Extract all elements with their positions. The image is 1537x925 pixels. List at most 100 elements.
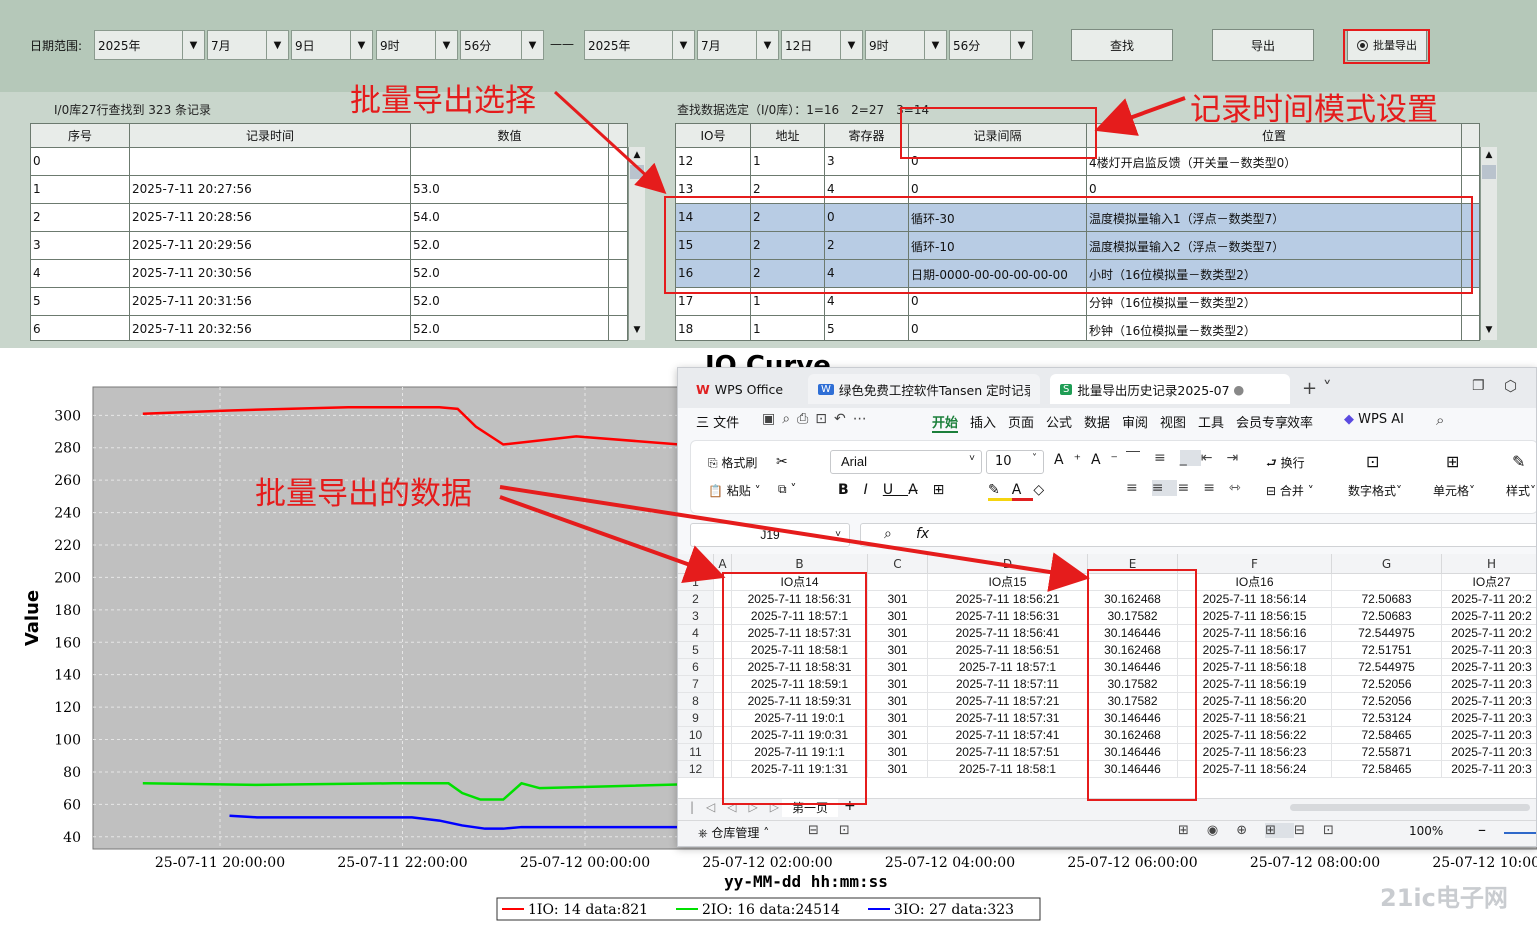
to-month-select[interactable]: 7月 ▼ <box>697 30 779 60</box>
font-grow-shrink-icons[interactable]: A⁺A⁻ <box>1054 452 1128 468</box>
format-painter-button[interactable]: ⎘ 格式刷 <box>708 454 757 471</box>
from-year-select[interactable]: 2025年 ▼ <box>94 30 205 60</box>
zoom-formula-icon[interactable]: ⌕ <box>884 526 892 542</box>
chevron-down-icon[interactable]: ˅ <box>969 453 975 464</box>
view-mode-icons[interactable]: ⊞◉⊕⊞⊟⊡ <box>1178 823 1352 838</box>
row-number[interactable]: 3 <box>678 608 714 625</box>
sheet-cell[interactable]: 2025-7-11 18:56:15 <box>1178 608 1332 625</box>
sheet-cell[interactable]: 301 <box>868 642 928 659</box>
sheet-cell[interactable]: 2025-7-11 18:57:1 <box>928 659 1088 676</box>
column-header-G[interactable]: G <box>1332 554 1442 574</box>
sheet-cell[interactable] <box>868 574 928 591</box>
zoom-level[interactable]: 100% <box>1409 824 1443 838</box>
chevron-down-icon[interactable]: ˅ <box>835 524 841 546</box>
horizontal-scrollbar[interactable] <box>1290 804 1530 811</box>
font-family-select[interactable]: Arial ˅ <box>830 450 982 474</box>
table-row[interactable]: 2 2025-7-11 20:28:56 54.0 <box>31 204 627 232</box>
column-header[interactable]: IO号 <box>676 124 751 147</box>
color-icons[interactable]: ✎A◇ <box>988 482 1056 501</box>
sheet-cell[interactable]: IO点15 <box>928 574 1088 591</box>
scroll-down-icon[interactable]: ▼ <box>1481 322 1497 338</box>
table-row[interactable]: 6 2025-7-11 20:32:56 52.0 <box>31 316 627 340</box>
sheet-cell[interactable]: 2025-7-11 18:56:51 <box>928 642 1088 659</box>
row-number[interactable]: 9 <box>678 710 714 727</box>
quick-access-icons[interactable]: ▣⌕⎙⊡↶⋯ <box>762 411 874 427</box>
name-box[interactable]: J19 ˅ <box>690 523 850 547</box>
row-number[interactable]: 1 <box>678 574 714 591</box>
text-style-icons[interactable]: BIUA̶⊞ <box>838 482 959 498</box>
sheet-cell[interactable]: IO点27 <box>1442 574 1536 591</box>
chevron-down-icon[interactable]: ▼ <box>350 31 372 59</box>
column-header[interactable]: 数值 <box>411 124 609 147</box>
sheet-cell[interactable]: 2025-7-11 20:3 <box>1442 693 1536 710</box>
search-button[interactable]: 查找 <box>1071 29 1173 61</box>
column-header[interactable]: 地址 <box>751 124 825 147</box>
style-icon[interactable]: ✎ <box>1512 452 1525 471</box>
chevron-down-icon[interactable]: ▼ <box>672 31 694 59</box>
sheet-cell[interactable]: 72.53124 <box>1332 710 1442 727</box>
cell-icon[interactable]: ⊞ <box>1446 452 1459 471</box>
sheet-cell[interactable]: IO点16 <box>1178 574 1332 591</box>
sheet-cell[interactable]: 2025-7-11 18:57:21 <box>928 693 1088 710</box>
sheet-cell[interactable]: 2025-7-11 18:57:11 <box>928 676 1088 693</box>
tab-tansen-doc[interactable]: W 绿色免费工控软件Tansen 定时记录 <box>808 374 1040 404</box>
column-header-F[interactable]: F <box>1178 554 1332 574</box>
sheet-cell[interactable]: 2025-7-11 20:3 <box>1442 727 1536 744</box>
sheet-cell[interactable]: 301 <box>868 761 928 778</box>
merge-button[interactable]: ⊟ 合并 ˅ <box>1266 482 1314 499</box>
menu-data[interactable]: 数据 <box>1084 412 1110 431</box>
scroll-thumb[interactable] <box>630 165 644 179</box>
column-header-D[interactable]: D <box>928 554 1088 574</box>
window-restore-icon[interactable]: ❐ <box>1472 378 1485 394</box>
chevron-down-icon[interactable]: ▼ <box>266 31 288 59</box>
sheet-cell[interactable]: 2025-7-11 18:56:18 <box>1178 659 1332 676</box>
sheet-cell[interactable]: 2025-7-11 18:56:17 <box>1178 642 1332 659</box>
row-number[interactable]: 10 <box>678 727 714 744</box>
chevron-down-icon[interactable]: ▼ <box>435 31 457 59</box>
sheet-cell[interactable]: 2025-7-11 20:3 <box>1442 710 1536 727</box>
sheet-cell[interactable]: 72.544975 <box>1332 659 1442 676</box>
io-table-scrollbar[interactable]: ▲ ▼ <box>1480 147 1497 340</box>
from-hour-select[interactable]: 9时 ▼ <box>376 30 458 60</box>
sheet-cell[interactable]: 301 <box>868 710 928 727</box>
sheet-cell[interactable]: 72.52056 <box>1332 693 1442 710</box>
sheet-cell[interactable]: 2025-7-11 18:57:41 <box>928 727 1088 744</box>
sheet-cell[interactable]: 301 <box>868 744 928 761</box>
to-year-select[interactable]: 2025年 ▼ <box>584 30 695 60</box>
export-button[interactable]: 导出 <box>1212 29 1314 61</box>
sheet-cell[interactable]: 72.50683 <box>1332 591 1442 608</box>
scroll-down-icon[interactable]: ▼ <box>629 322 645 338</box>
table-row[interactable]: 5 2025-7-11 20:31:56 52.0 <box>31 288 627 316</box>
sheet-cell[interactable]: 2025-7-11 18:56:16 <box>1178 625 1332 642</box>
style-button[interactable]: 样式˅ <box>1506 482 1536 499</box>
warehouse-manage-button[interactable]: ⎈ 仓库管理 ˄ <box>698 824 769 841</box>
close-tab-icon[interactable]: ● <box>1233 382 1244 397</box>
new-tab-icon[interactable]: + ˅ <box>1302 378 1332 399</box>
sheet-cell[interactable]: 72.58465 <box>1332 761 1442 778</box>
scroll-up-icon[interactable]: ▲ <box>629 147 645 163</box>
menu-efficiency[interactable]: 效率 <box>1287 412 1313 431</box>
menu-page[interactable]: 页面 <box>1008 412 1034 431</box>
row-number[interactable]: 7 <box>678 676 714 693</box>
corner-cell[interactable] <box>678 554 714 574</box>
number-format-icon[interactable]: ⊡ <box>1366 452 1379 471</box>
tab-batch-export-sheet[interactable]: S批量导出历史记录2025-07-12● <box>1050 374 1290 404</box>
column-header-B[interactable]: B <box>732 554 868 574</box>
table-row[interactable]: 3 2025-7-11 20:29:56 52.0 <box>31 232 627 260</box>
tab-wps-office[interactable]: W WPS Office <box>686 374 802 404</box>
paste-button[interactable]: 📋 粘贴 ˅ <box>708 482 761 499</box>
sheet-cell[interactable]: 72.50683 <box>1332 608 1442 625</box>
sheet-cell[interactable]: 301 <box>868 625 928 642</box>
to-minute-select[interactable]: 56分 ▼ <box>949 30 1033 60</box>
sheet-cell[interactable]: 72.51751 <box>1332 642 1442 659</box>
sheet-cell[interactable]: 2025-7-11 18:58:1 <box>928 761 1088 778</box>
chevron-down-icon[interactable]: ▼ <box>840 31 862 59</box>
menu-file[interactable]: 三 文件 <box>696 412 739 431</box>
menu-formula[interactable]: 公式 <box>1046 412 1072 431</box>
table-row[interactable]: 1 2025-7-11 20:27:56 53.0 <box>31 176 627 204</box>
sheet-cell[interactable]: 2025-7-11 18:56:41 <box>928 625 1088 642</box>
sheet-cell[interactable]: 72.58465 <box>1332 727 1442 744</box>
sheet-cell[interactable]: 301 <box>868 659 928 676</box>
sheet-cell[interactable]: 301 <box>868 693 928 710</box>
column-header-H[interactable]: H <box>1442 554 1536 574</box>
